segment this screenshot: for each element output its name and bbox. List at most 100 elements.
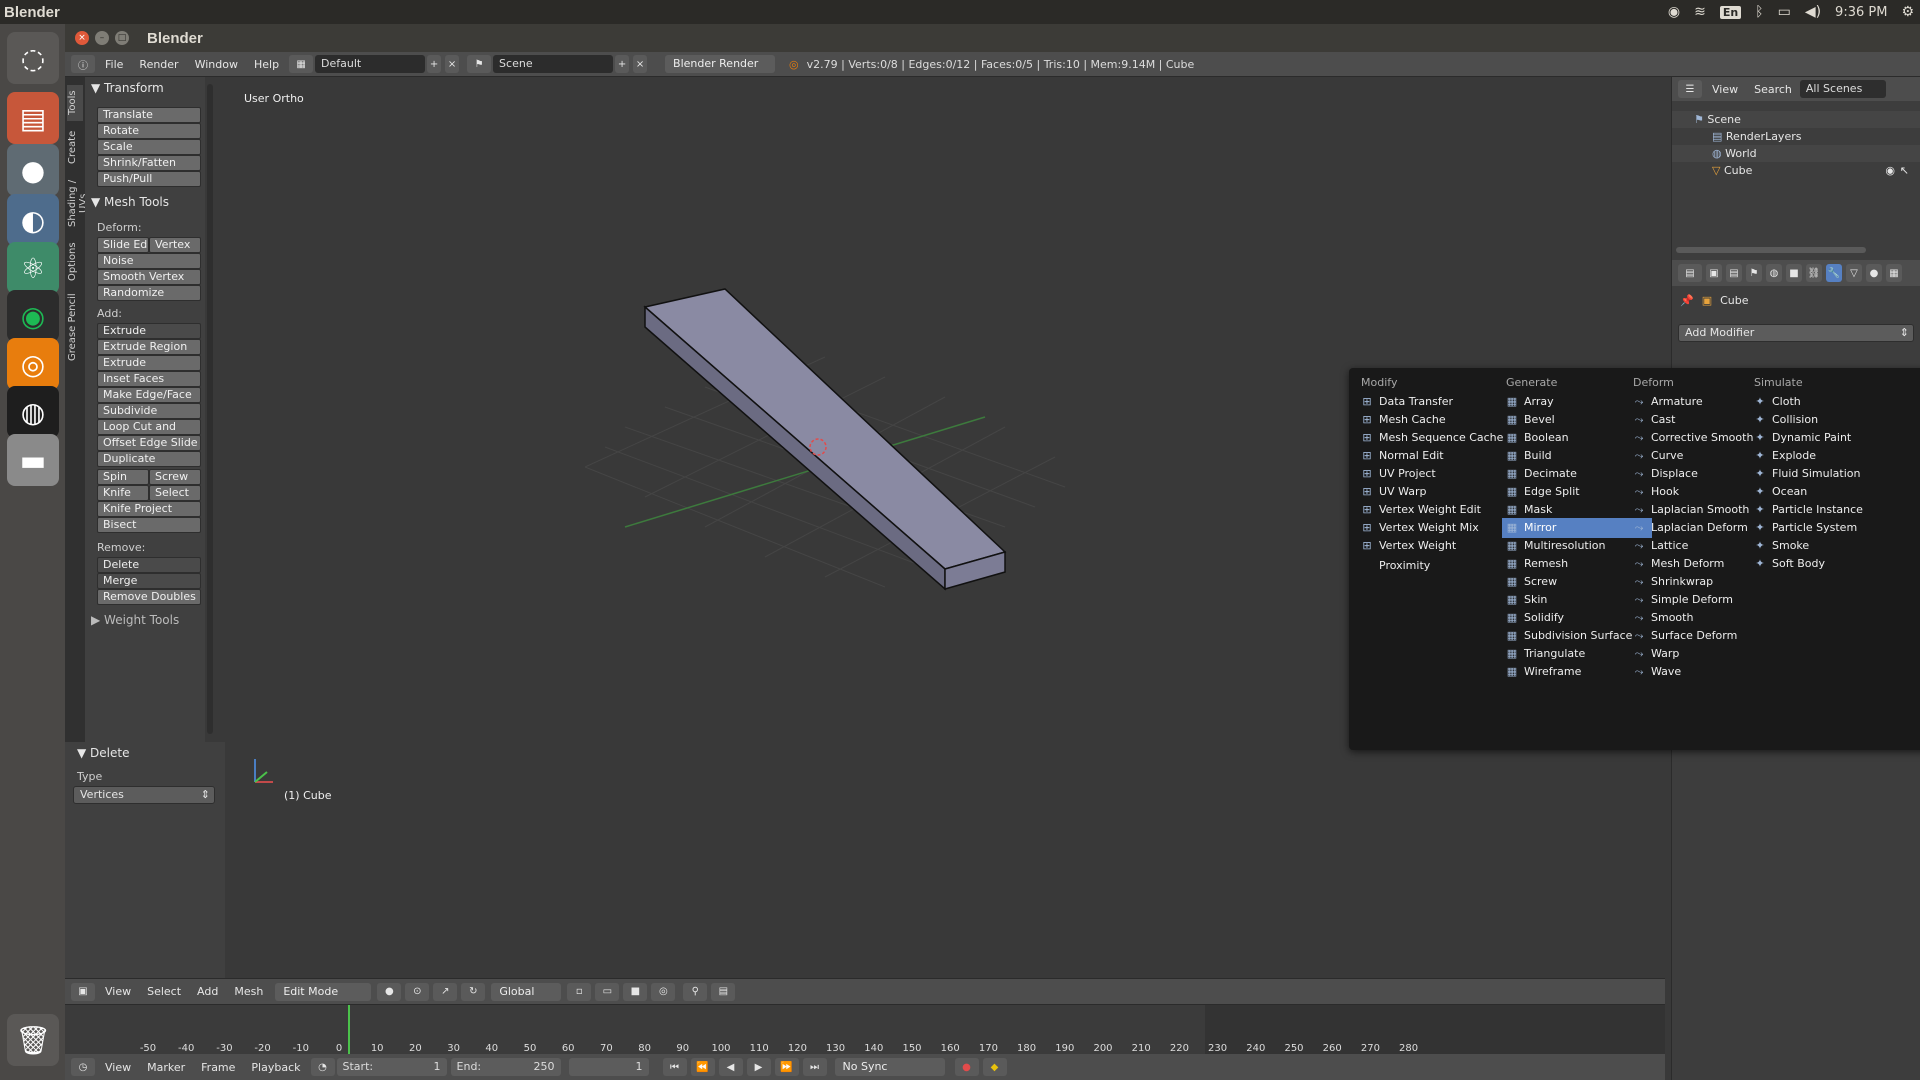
jump-to-start-icon[interactable]: ⏮ [662, 1058, 687, 1076]
noise-button[interactable]: Noise [97, 253, 201, 269]
inset-faces-button[interactable]: Inset Faces [97, 371, 201, 387]
modifier-item-fluid-simulation[interactable]: ✦ Fluid Simulation [1750, 464, 1900, 484]
scene-tab-icon[interactable]: ⚑ [1746, 264, 1762, 282]
jump-to-keyframe-back-icon[interactable]: ⏪ [690, 1058, 715, 1076]
outliner-scrollbar[interactable] [1676, 247, 1866, 253]
viewport-shading-icon[interactable]: ● [377, 982, 402, 1001]
modifier-item-collision[interactable]: ✦ Collision [1750, 410, 1900, 430]
shrink-fatten-button[interactable]: Shrink/Fatten [97, 155, 201, 171]
screen-layout-field[interactable]: Default [315, 55, 426, 73]
modifier-item-normal-edit[interactable]: ⊞ Normal Edit [1357, 446, 1507, 466]
volume-icon[interactable]: ◀) [1805, 4, 1821, 20]
battery-icon[interactable]: ▭ [1778, 4, 1791, 20]
modifier-item-data-transfer[interactable]: ⊞ Data Transfer [1357, 392, 1507, 412]
delete-type-dropdown[interactable]: Vertices ⇕ [73, 786, 215, 804]
timeline[interactable]: -50 -40 -30 -20 -10 0 10 20 30 40 50 60 70 80 90 100 110… [65, 1004, 1665, 1055]
render-layers-tab-icon[interactable]: ▤ [1726, 264, 1742, 282]
editor-type-properties-icon[interactable]: ▤ [1678, 264, 1702, 282]
maximize-window-icon[interactable]: □ [115, 31, 129, 45]
screw-button[interactable]: Screw [149, 469, 201, 485]
tab-options[interactable]: Options [67, 239, 83, 285]
world-tab-icon[interactable]: ◍ [1766, 264, 1782, 282]
extrude-dropdown[interactable]: Extrude [97, 323, 201, 339]
menu-window[interactable]: Window [187, 58, 246, 71]
menu-add[interactable]: Add [189, 985, 226, 998]
proportional-editing-icon[interactable]: ◎ [651, 982, 676, 1001]
menu-select[interactable]: Select [139, 985, 189, 998]
translate-button[interactable]: Translate [97, 107, 201, 123]
spin-button[interactable]: Spin [97, 469, 149, 485]
add-scene-icon[interactable]: + [615, 55, 630, 73]
bisect-button[interactable]: Bisect [97, 517, 201, 533]
modifier-item-soft-body[interactable]: ✦ Soft Body [1750, 554, 1900, 574]
object-tab-icon[interactable]: ■ [1786, 264, 1802, 282]
record-icon[interactable]: ● [954, 1058, 979, 1076]
transform-orientation-dropdown[interactable]: Global [491, 982, 562, 1001]
outliner-item-renderlayers[interactable]: ▤ RenderLayers [1672, 128, 1920, 145]
scene-field[interactable]: Scene [493, 55, 614, 73]
scene-icon[interactable]: ⚑ [467, 55, 492, 73]
outliner-item-world[interactable]: ◍ World [1672, 145, 1920, 162]
screen-layout-icon[interactable]: ▦ [289, 55, 314, 73]
menu-file[interactable]: File [97, 58, 131, 71]
knife-button[interactable]: Knife [97, 485, 149, 501]
sync-mode-dropdown[interactable]: No Sync [834, 1058, 945, 1076]
merge-dropdown[interactable]: Merge [97, 573, 201, 589]
randomize-button[interactable]: Randomize [97, 285, 201, 301]
loop-cut-slide-button[interactable]: Loop Cut and Slide [97, 419, 201, 447]
editor-type-timeline-icon[interactable]: ◷ [71, 1058, 95, 1076]
timeline-menu-view[interactable]: View [97, 1061, 139, 1074]
minimize-window-icon[interactable]: – [95, 31, 109, 45]
pivot-point-icon[interactable]: ⊙ [405, 982, 430, 1001]
face-select-mode-icon[interactable]: ■ [623, 982, 648, 1001]
editor-type-info-icon[interactable]: ⓘ [71, 55, 95, 73]
settings-gear-icon[interactable]: ⚙ [1901, 4, 1914, 20]
timeline-menu-marker[interactable]: Marker [139, 1061, 193, 1074]
play-icon[interactable]: ▶ [746, 1058, 771, 1076]
tab-shading-uvs[interactable]: Shading / UVs [67, 171, 89, 235]
modifier-item-vertex-weight-edit[interactable]: ⊞ Vertex Weight Edit [1357, 500, 1507, 520]
modifier-item-smooth[interactable]: ⤳ Smooth [1629, 608, 1779, 628]
modifier-item-mesh-cache[interactable]: ⊞ Mesh Cache [1357, 410, 1507, 430]
extrude-individual-button[interactable]: Extrude Individual [97, 355, 201, 383]
editor-type-outliner-icon[interactable]: ☰ [1678, 80, 1702, 98]
wifi-icon[interactable]: ≋ [1694, 4, 1706, 20]
play-reverse-icon[interactable]: ◀ [718, 1058, 743, 1076]
modifier-item-simple-deform[interactable]: ⤳ Simple Deform [1629, 590, 1779, 610]
atom-icon[interactable]: ⚛ [7, 242, 59, 294]
end-frame-field[interactable]: End: 250 [450, 1058, 561, 1076]
drive-icon[interactable]: ▬ [7, 434, 59, 486]
rotate-button[interactable]: Rotate [97, 123, 201, 139]
outliner-item-scene[interactable]: ⚑ Scene [1672, 111, 1920, 128]
remove-scene-icon[interactable]: × [633, 55, 648, 73]
duplicate-button[interactable]: Duplicate [97, 451, 201, 467]
cube-side-face[interactable] [644, 305, 946, 591]
outliner-display-filter[interactable]: All Scenes [1799, 80, 1886, 98]
visibility-eye-icon[interactable]: ◉ [1885, 162, 1895, 179]
render-tab-icon[interactable]: ▣ [1706, 264, 1722, 282]
subdivide-button[interactable]: Subdivide [97, 403, 201, 419]
modifier-item-particle-system[interactable]: ✦ Particle System [1750, 518, 1900, 538]
manipulator-rotate-icon[interactable]: ↻ [461, 982, 486, 1001]
knife-project-button[interactable]: Knife Project [97, 501, 201, 517]
trash-icon[interactable]: 🗑 [7, 1014, 59, 1066]
jump-to-keyframe-forward-icon[interactable]: ⏩ [774, 1058, 799, 1076]
slide-edge-button[interactable]: Slide Ed [97, 237, 149, 253]
modifier-item-surface-deform[interactable]: ⤳ Surface Deform [1629, 626, 1779, 646]
modifier-item-vertex-weight-proximity[interactable]: ⊞ Vertex Weight Proximity [1357, 536, 1507, 572]
modifier-item-warp[interactable]: ⤳ Warp [1629, 644, 1779, 664]
spotify-icon[interactable]: ◉ [7, 290, 59, 342]
electron-app-icon[interactable]: ◐ [7, 194, 59, 246]
modifier-item-mesh-sequence-cache[interactable]: ⊞ Mesh Sequence Cache [1357, 428, 1507, 448]
remove-layout-icon[interactable]: × [445, 55, 460, 73]
keyboard-layout-indicator[interactable]: En [1719, 5, 1742, 19]
current-frame-field[interactable]: 1 [568, 1058, 649, 1076]
modifier-item-smoke[interactable]: ✦ Smoke [1750, 536, 1900, 556]
modifier-item-uv-project[interactable]: ⊞ UV Project [1357, 464, 1507, 484]
transform-panel-header[interactable]: ▼ Transform [91, 81, 164, 95]
modifier-item-wave[interactable]: ⤳ Wave [1629, 662, 1779, 682]
modifiers-tab-icon[interactable]: 🔧 [1826, 264, 1842, 282]
tab-create[interactable]: Create [67, 127, 83, 167]
modifier-item-particle-instance[interactable]: ✦ Particle Instance [1750, 500, 1900, 520]
operator-panel-header[interactable]: ▼ Delete [77, 746, 129, 760]
